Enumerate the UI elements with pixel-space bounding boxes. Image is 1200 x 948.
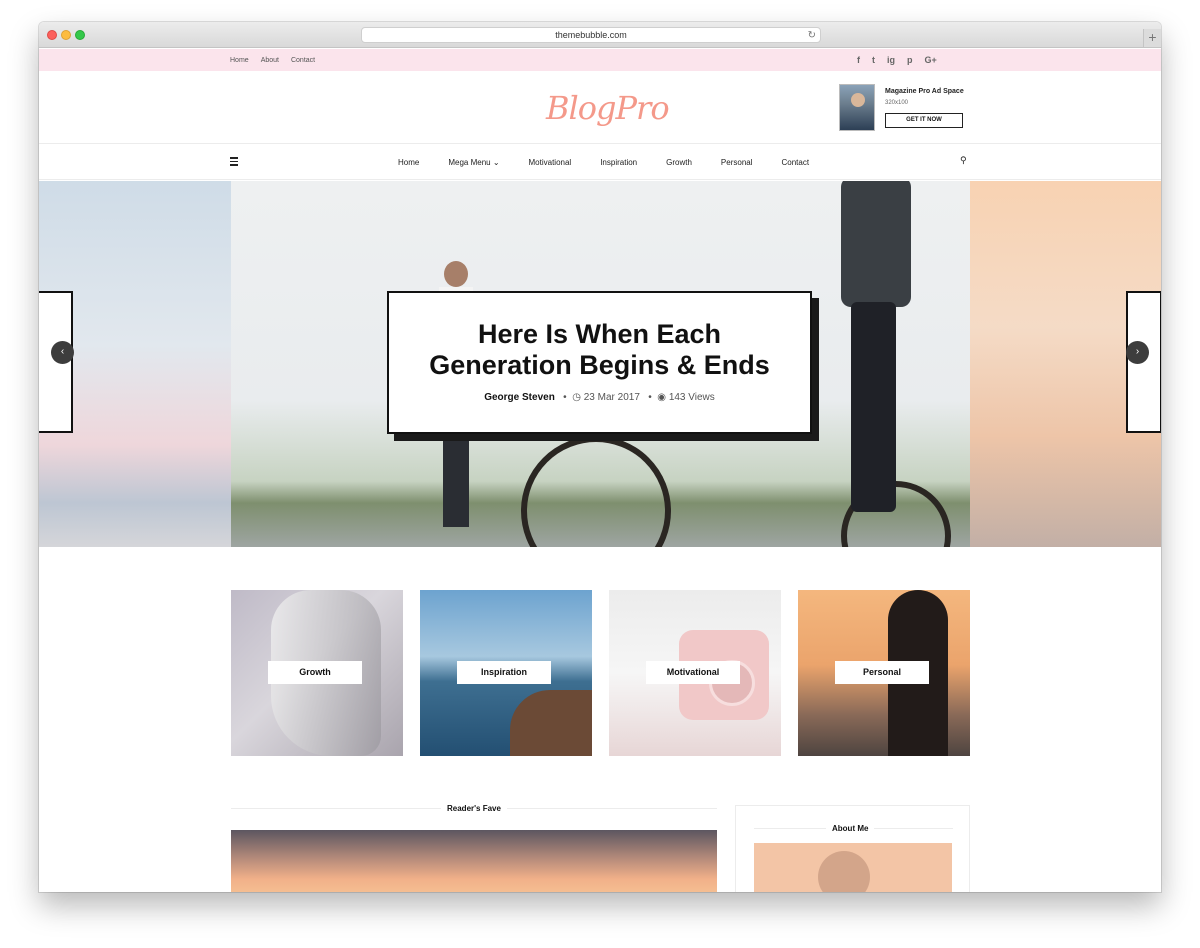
hero-title-line-1: Here Is When Each bbox=[477, 319, 722, 349]
category-tile-personal[interactable]: Personal bbox=[798, 590, 970, 756]
nav-item-motivational[interactable]: Motivational bbox=[529, 158, 572, 167]
about-me-photo bbox=[754, 843, 952, 892]
nav-item-inspiration[interactable]: Inspiration bbox=[600, 158, 637, 167]
site-logo[interactable]: BlogPro bbox=[546, 89, 670, 127]
top-link-home[interactable]: Home bbox=[230, 57, 249, 64]
hero-post-card[interactable]: Here Is When Each Generation Begins & En… bbox=[387, 291, 812, 434]
google-plus-icon[interactable]: G+ bbox=[925, 55, 937, 65]
hero-post-meta: George Steven • ◷ 23 Mar 2017 • ◉ 143 Vi… bbox=[389, 392, 810, 403]
social-icons: f t ig p G+ bbox=[857, 49, 937, 71]
category-tile-inspiration[interactable]: Inspiration bbox=[420, 590, 592, 756]
category-label[interactable]: Personal bbox=[835, 661, 929, 684]
get-it-now-button[interactable]: GET IT NOW bbox=[885, 113, 963, 128]
post-views: 143 Views bbox=[668, 392, 715, 403]
hero-title-line-2: Generation Begins & Ends bbox=[429, 350, 770, 380]
nav-item-home[interactable]: Home bbox=[398, 158, 419, 167]
close-window-button[interactable] bbox=[47, 30, 57, 40]
twitter-icon[interactable]: t bbox=[872, 55, 875, 65]
address-bar[interactable]: themebubble.com ↻ bbox=[361, 27, 821, 43]
post-author[interactable]: George Steven bbox=[484, 392, 555, 403]
search-icon[interactable]: ⚲ bbox=[960, 155, 967, 166]
nav-menu: Home Mega Menu ⌄ Motivational Inspiratio… bbox=[398, 145, 838, 180]
ad-magazine-image[interactable] bbox=[839, 84, 875, 131]
meta-separator: • bbox=[557, 392, 570, 403]
new-tab-button[interactable]: + bbox=[1143, 29, 1161, 47]
nav-item-contact[interactable]: Contact bbox=[782, 158, 810, 167]
about-me-heading: About Me bbox=[826, 824, 875, 833]
ad-title: Magazine Pro Ad Space bbox=[885, 88, 964, 95]
cliff-image bbox=[510, 690, 592, 756]
nav-item-mega-menu[interactable]: Mega Menu ⌄ bbox=[448, 158, 499, 167]
nav-item-growth[interactable]: Growth bbox=[666, 158, 692, 167]
page: Home About Contact f t ig p G+ BlogPro M… bbox=[39, 49, 1161, 892]
category-label[interactable]: Growth bbox=[268, 661, 362, 684]
hero-slider: ‹ › Here Is When Each Generation Begins … bbox=[39, 181, 1161, 547]
top-link-about[interactable]: About bbox=[261, 57, 279, 64]
readers-fave-heading: Reader's Fave bbox=[441, 804, 507, 813]
top-links: Home About Contact bbox=[230, 49, 315, 71]
header-ad: Magazine Pro Ad Space 320x100 GET IT NOW bbox=[839, 84, 979, 132]
meta-separator: • bbox=[642, 392, 655, 403]
top-link-contact[interactable]: Contact bbox=[291, 57, 315, 64]
reload-icon[interactable]: ↻ bbox=[808, 28, 816, 43]
facebook-icon[interactable]: f bbox=[857, 55, 860, 65]
category-label[interactable]: Motivational bbox=[646, 661, 740, 684]
top-bar: Home About Contact f t ig p G+ bbox=[39, 49, 1161, 71]
hero-post-title[interactable]: Here Is When Each Generation Begins & En… bbox=[389, 319, 810, 381]
hamburger-icon[interactable] bbox=[230, 157, 238, 166]
clock-icon: ◷ bbox=[572, 392, 581, 403]
about-me-widget: About Me bbox=[735, 805, 970, 892]
browser-window: themebubble.com ↻ + Home About Contact f… bbox=[39, 22, 1161, 892]
nav-item-personal[interactable]: Personal bbox=[721, 158, 753, 167]
site-header: BlogPro Magazine Pro Ad Space 320x100 GE… bbox=[39, 71, 1161, 144]
ad-size: 320x100 bbox=[885, 100, 909, 106]
browser-toolbar: themebubble.com ↻ + bbox=[39, 22, 1161, 48]
bike-front-wheel bbox=[521, 436, 671, 547]
main-nav: Home Mega Menu ⌄ Motivational Inspiratio… bbox=[39, 145, 1161, 180]
pinterest-icon[interactable]: p bbox=[907, 55, 913, 65]
next-arrow-icon[interactable]: › bbox=[1126, 341, 1149, 364]
eye-icon: ◉ bbox=[657, 392, 667, 403]
post-date: 23 Mar 2017 bbox=[583, 392, 640, 403]
category-label[interactable]: Inspiration bbox=[457, 661, 551, 684]
readers-fave-image[interactable] bbox=[231, 830, 717, 892]
instagram-icon[interactable]: ig bbox=[887, 55, 895, 65]
minimize-window-button[interactable] bbox=[61, 30, 71, 40]
category-tile-growth[interactable]: Growth bbox=[231, 590, 403, 756]
category-tile-motivational[interactable]: Motivational bbox=[609, 590, 781, 756]
maximize-window-button[interactable] bbox=[75, 30, 85, 40]
prev-arrow-icon[interactable]: ‹ bbox=[51, 341, 74, 364]
url-text: themebubble.com bbox=[555, 30, 627, 40]
